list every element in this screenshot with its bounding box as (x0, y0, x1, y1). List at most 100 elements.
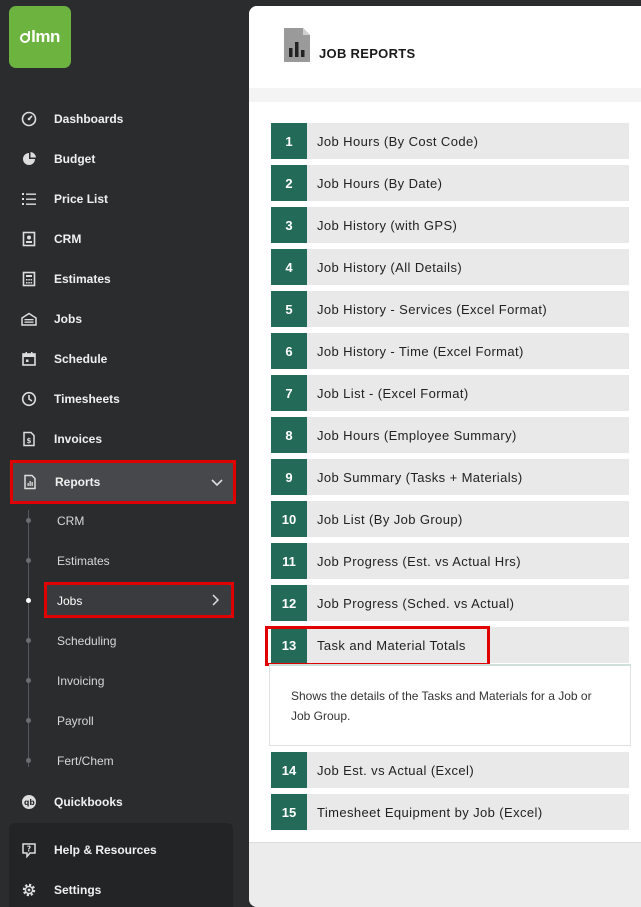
report-label: Job Progress (Est. vs Actual Hrs) (317, 553, 521, 569)
sidebar-item-schedule[interactable]: Schedule (18, 347, 107, 371)
report-label: Job Hours (Employee Summary) (317, 427, 517, 443)
sidebar-item-crm[interactable]: CRM (18, 227, 81, 251)
report-description-panel: Shows the details of the Tasks and Mater… (269, 664, 631, 746)
list-icon (18, 190, 40, 208)
report-row[interactable]: 11 Job Progress (Est. vs Actual Hrs) (271, 543, 629, 579)
report-number: 8 (271, 417, 307, 453)
sidebar-item-settings[interactable]: Settings (18, 878, 101, 902)
sidebar-item-budget[interactable]: Budget (18, 147, 95, 171)
dashboard-icon (18, 110, 40, 128)
subnav-item-payroll[interactable]: Payroll (57, 714, 94, 728)
report-number: 11 (271, 543, 307, 579)
report-row[interactable]: 8 Job Hours (Employee Summary) (271, 417, 629, 453)
subnav-item-invoicing[interactable]: Invoicing (57, 674, 104, 688)
leaf-icon (20, 31, 31, 43)
contact-card-icon (18, 230, 40, 248)
quickbooks-icon: qb (18, 793, 40, 811)
main-panel: JOB REPORTS 1 Job Hours (By Cost Code) 2J… (249, 6, 641, 907)
report-number: 5 (271, 291, 307, 327)
pie-chart-icon (18, 150, 40, 168)
reports-nav: Reports (19, 463, 233, 501)
sidebar-item-label: Schedule (54, 352, 108, 366)
sidebar-item-help[interactable]: ? Help & Resources (18, 838, 157, 862)
invoice-icon: $ (18, 430, 40, 448)
report-row[interactable]: 14 Job Est. vs Actual (Excel) (271, 752, 629, 788)
sidebar-item-reports[interactable]: Reports (10, 460, 236, 504)
report-number: 9 (271, 459, 307, 495)
sidebar-item-quickbooks[interactable]: qb Quickbooks (18, 790, 123, 814)
report-label: Job Est. vs Actual (Excel) (317, 762, 475, 778)
report-row[interactable]: 5 Job History - Services (Excel Format) (271, 291, 629, 327)
report-number: 6 (271, 333, 307, 369)
report-number: 7 (271, 375, 307, 411)
subnav-item-fert-chem[interactable]: Fert/Chem (57, 754, 114, 768)
subnav-item-scheduling[interactable]: Scheduling (57, 634, 116, 648)
help-icon: ? (18, 841, 40, 859)
gear-icon (18, 881, 40, 899)
subnav-item-label: Jobs (57, 594, 83, 608)
report-label: Timesheet Equipment by Job (Excel) (317, 804, 543, 820)
report-label: Job List (By Job Group) (317, 511, 463, 527)
report-label: Job List - (Excel Format) (317, 385, 469, 401)
subnav-dot-active (26, 598, 31, 603)
sidebar-item-label: Dashboards (54, 112, 124, 126)
calculator-icon (18, 270, 40, 288)
page-header: JOB REPORTS (249, 6, 641, 88)
page-title: JOB REPORTS (319, 46, 416, 61)
subnav-item-jobs[interactable]: Jobs (44, 582, 234, 618)
report-number: 12 (271, 585, 307, 621)
sidebar-item-price-list[interactable]: Price List (18, 187, 108, 211)
report-label: Job History - Services (Excel Format) (317, 301, 548, 317)
calendar-icon (18, 350, 40, 368)
report-label: Job History (with GPS) (317, 217, 458, 233)
report-row[interactable]: 7 Job List - (Excel Format) (271, 375, 629, 411)
chevron-down-icon[interactable] (209, 474, 225, 490)
report-description: Shows the details of the Tasks and Mater… (291, 689, 592, 723)
sidebar-item-label: Reports (55, 475, 101, 489)
chevron-right-icon (212, 594, 220, 606)
report-number: 3 (271, 207, 307, 243)
sidebar-item-dashboards[interactable]: Dashboards (18, 107, 123, 131)
selected-report-highlight (265, 626, 490, 666)
report-row[interactable]: 3 Job History (with GPS) (271, 207, 629, 243)
report-row[interactable]: 12 Job Progress (Sched. vs Actual) (271, 585, 629, 621)
subnav-dot (26, 638, 31, 643)
svg-text:$: $ (27, 437, 32, 445)
sidebar-item-invoices[interactable]: $ Invoices (18, 427, 102, 451)
page-footer (249, 842, 641, 907)
sidebar-item-jobs[interactable]: Jobs (18, 307, 82, 331)
report-icon (19, 473, 41, 491)
subnav-dot (26, 558, 31, 563)
report-row[interactable]: 10 Job List (By Job Group) (271, 501, 629, 537)
sidebar-item-timesheets[interactable]: Timesheets (18, 387, 120, 411)
report-number: 14 (271, 752, 307, 788)
report-row[interactable]: 6 Job History - Time (Excel Format) (271, 333, 629, 369)
sidebar-item-label: CRM (54, 232, 82, 246)
report-label: Job Hours (By Cost Code) (317, 133, 479, 149)
subnav-item-estimates[interactable]: Estimates (57, 554, 110, 568)
sidebar-item-label: Price List (54, 192, 109, 206)
sidebar-item-label: Invoices (54, 432, 103, 446)
report-row[interactable]: 2 Job Hours (By Date) (271, 165, 629, 201)
subnav-dot (26, 678, 31, 683)
clock-icon (18, 390, 40, 408)
svg-text:?: ? (27, 845, 31, 854)
subnav-dot (26, 518, 31, 523)
sidebar: lmn Dashboards Budget Price List CRM Est… (0, 0, 248, 907)
report-number: 1 (271, 123, 307, 159)
report-number: 10 (271, 501, 307, 537)
subnav-item-crm[interactable]: CRM (57, 514, 84, 528)
lmn-logo[interactable]: lmn (9, 6, 71, 68)
report-label: Job History - Time (Excel Format) (317, 343, 524, 359)
report-row[interactable]: 4 Job History (All Details) (271, 249, 629, 285)
report-row[interactable]: 1 Job Hours (By Cost Code) (271, 123, 629, 159)
report-row[interactable]: 15 Timesheet Equipment by Job (Excel) (271, 794, 629, 830)
svg-text:qb: qb (24, 798, 35, 807)
sidebar-item-label: Settings (54, 883, 102, 897)
report-label: Job Summary (Tasks + Materials) (317, 469, 523, 485)
sidebar-item-label: Quickbooks (54, 795, 123, 809)
logo-text: lmn (31, 27, 60, 46)
report-row[interactable]: 9 Job Summary (Tasks + Materials) (271, 459, 629, 495)
sidebar-item-estimates[interactable]: Estimates (18, 267, 111, 291)
report-label: Job Hours (By Date) (317, 175, 443, 191)
